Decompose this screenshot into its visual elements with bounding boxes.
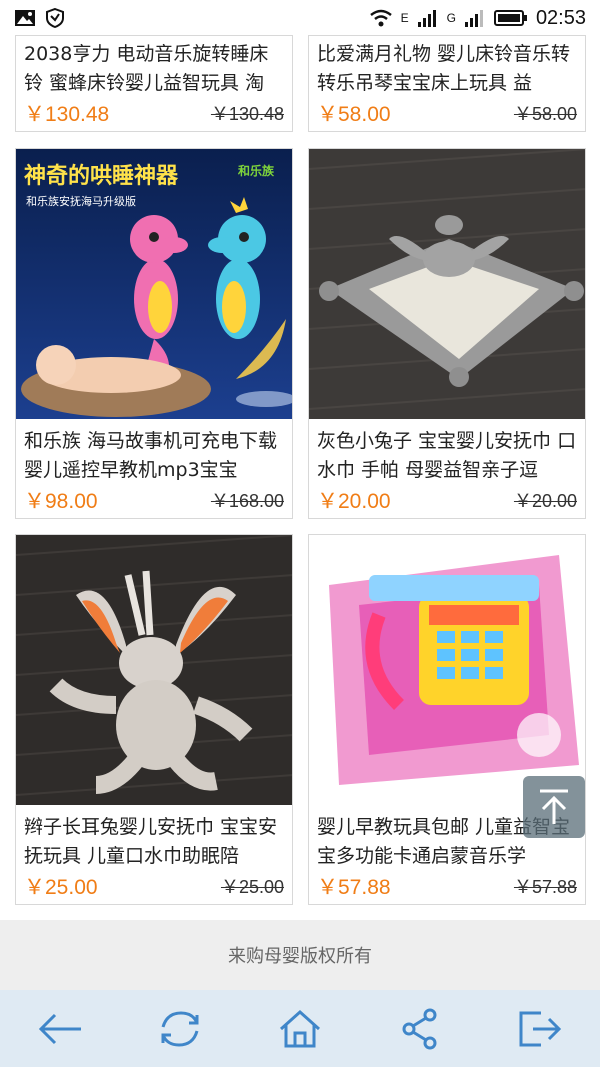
- product-price: ￥58.00: [317, 103, 391, 126]
- price-row: ￥20.00 ￥20.00: [317, 482, 577, 518]
- price-row: ￥98.00 ￥168.00: [24, 482, 284, 518]
- product-original-price: ￥168.00: [210, 491, 284, 511]
- product-image[interactable]: [309, 535, 585, 805]
- network-type-e: E: [400, 11, 409, 25]
- arrow-up-icon: [540, 789, 568, 824]
- toy-phone-box-image: [309, 535, 585, 805]
- refresh-button[interactable]: [150, 999, 210, 1059]
- home-icon: [279, 1009, 321, 1047]
- clock: 02:53: [535, 6, 586, 29]
- product-grid: 2038亨力 电动音乐旋转睡床铃 蜜蜂床铃婴儿益智玩具 淘 ￥130.48 ￥1…: [0, 35, 600, 920]
- seahorse-toy-image: 神奇的哄睡神器 和乐族安抚海马升级版 和乐族: [16, 149, 292, 419]
- product-image[interactable]: 神奇的哄睡神器 和乐族安抚海马升级版 和乐族: [16, 149, 292, 419]
- product-card[interactable]: 神奇的哄睡神器 和乐族安抚海马升级版 和乐族 和乐族 海马故事机可充电下载 婴儿…: [15, 148, 293, 519]
- copyright-text: 来购母婴版权所有: [228, 946, 372, 967]
- product-card[interactable]: 2038亨力 电动音乐旋转睡床铃 蜜蜂床铃婴儿益智玩具 淘 ￥130.48 ￥1…: [15, 35, 293, 132]
- image-icon: [15, 10, 35, 26]
- exit-button[interactable]: [510, 999, 570, 1059]
- price-row: ￥57.88 ￥57.88: [317, 868, 577, 904]
- product-title[interactable]: 比爱满月礼物 婴儿床铃音乐转转乐吊琴宝宝床上玩具 益: [309, 36, 585, 96]
- page-footer: 来购母婴版权所有: [0, 920, 600, 990]
- shield-icon: [46, 8, 64, 28]
- price-row: ￥130.48 ￥130.48: [24, 95, 284, 131]
- home-button[interactable]: [270, 999, 330, 1059]
- long-ear-bunny-image: [16, 535, 292, 805]
- product-price: ￥25.00: [24, 876, 98, 899]
- product-original-price: ￥57.88: [513, 877, 577, 897]
- product-image[interactable]: [16, 535, 292, 805]
- wifi-icon: [369, 9, 392, 27]
- svg-text:神奇的哄睡神器: 神奇的哄睡神器: [24, 163, 179, 189]
- svg-text:和乐族: 和乐族: [237, 163, 275, 178]
- arrow-left-icon: [38, 1013, 81, 1044]
- share-icon: [402, 1008, 437, 1049]
- product-price: ￥130.48: [24, 103, 110, 126]
- product-original-price: ￥25.00: [220, 877, 284, 897]
- back-button[interactable]: [30, 999, 90, 1059]
- product-price: ￥57.88: [317, 876, 391, 899]
- product-price: ￥98.00: [24, 490, 98, 513]
- product-card[interactable]: 灰色小兔子 宝宝婴儿安抚巾 口水巾 手帕 母婴益智亲子逗 ￥20.00 ￥20.…: [308, 148, 586, 519]
- svg-text:和乐族安抚海马升级版: 和乐族安抚海马升级版: [26, 194, 136, 208]
- signal-icon: [464, 10, 483, 27]
- product-original-price: ￥130.48: [210, 104, 284, 124]
- price-row: ￥25.00 ￥25.00: [24, 868, 284, 904]
- refresh-icon: [161, 1010, 199, 1047]
- status-bar: E G 02:53: [0, 0, 600, 36]
- product-price: ￥20.00: [317, 490, 391, 513]
- signal-icon: [417, 10, 436, 27]
- network-type-g: G: [446, 11, 456, 25]
- share-button[interactable]: [390, 999, 450, 1059]
- battery-icon: [493, 10, 527, 26]
- price-row: ￥58.00 ￥58.00: [317, 95, 577, 131]
- product-title[interactable]: 辫子长耳兔婴儿安抚巾 宝宝安抚玩具 儿童口水巾助眠陪: [16, 805, 292, 871]
- back-to-top-button[interactable]: [523, 776, 585, 838]
- product-original-price: ￥58.00: [513, 104, 577, 124]
- browser-toolbar: [0, 990, 600, 1067]
- bunny-blanket-image: [309, 149, 585, 419]
- product-title[interactable]: 2038亨力 电动音乐旋转睡床铃 蜜蜂床铃婴儿益智玩具 淘: [16, 36, 292, 96]
- exit-icon: [519, 1011, 562, 1046]
- product-title[interactable]: 灰色小兔子 宝宝婴儿安抚巾 口水巾 手帕 母婴益智亲子逗: [309, 419, 585, 485]
- product-card[interactable]: 比爱满月礼物 婴儿床铃音乐转转乐吊琴宝宝床上玩具 益 ￥58.00 ￥58.00: [308, 35, 586, 132]
- product-title[interactable]: 和乐族 海马故事机可充电下载 婴儿遥控早教机mp3宝宝: [16, 419, 292, 485]
- product-image[interactable]: [309, 149, 585, 419]
- product-card[interactable]: 婴儿早教玩具包邮 儿童益智宝宝多功能卡通启蒙音乐学 ￥57.88 ￥57.88: [308, 534, 586, 905]
- product-original-price: ￥20.00: [513, 491, 577, 511]
- product-card[interactable]: 辫子长耳兔婴儿安抚巾 宝宝安抚玩具 儿童口水巾助眠陪 ￥25.00 ￥25.00: [15, 534, 293, 905]
